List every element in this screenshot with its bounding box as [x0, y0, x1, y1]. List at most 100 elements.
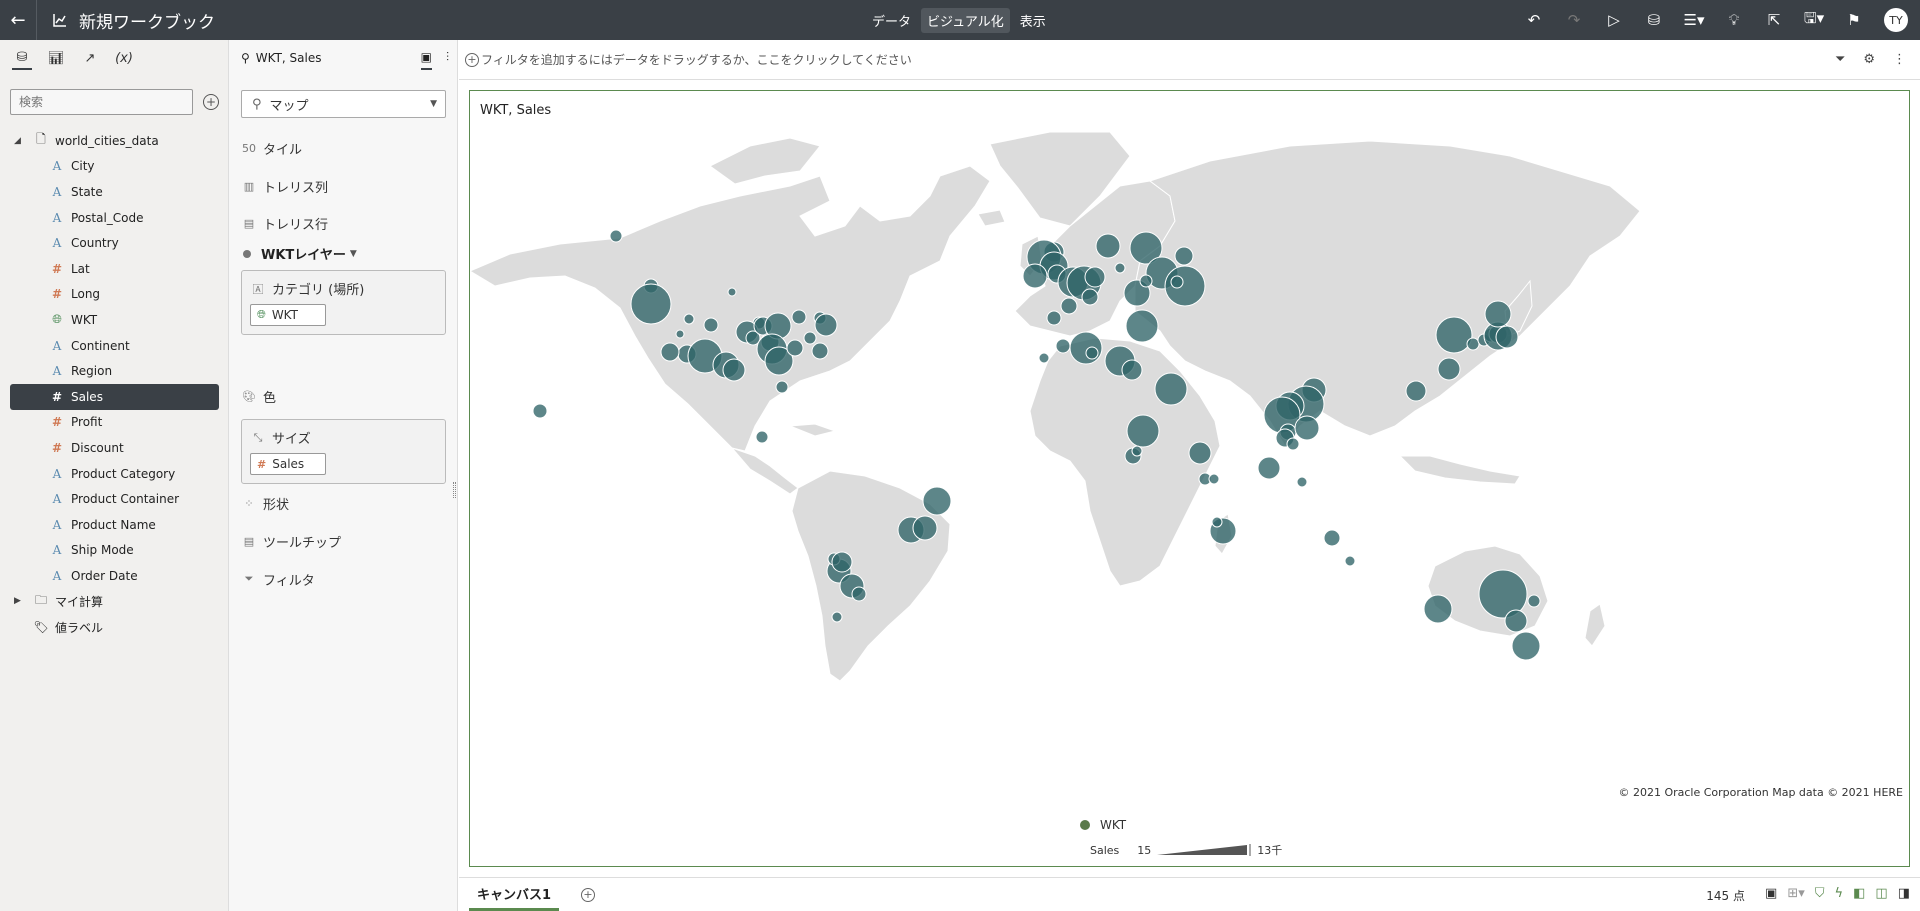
insights-lightbulb-icon[interactable]: 💡︎ — [1714, 0, 1754, 40]
right-panel-toggle-icon[interactable]: ◨ — [1898, 886, 1910, 901]
field-lat[interactable]: # Lat — [0, 256, 229, 282]
analytics-tab-icon[interactable]: ↗ — [80, 46, 100, 70]
sales-bubble[interactable] — [851, 586, 867, 602]
dataset-node[interactable]: ◢ 🗋︎ world_cities_data — [0, 128, 229, 154]
sales-bubble[interactable] — [532, 403, 548, 419]
layer-header[interactable]: WKTレイヤー ▼ — [243, 244, 357, 263]
field-product-container[interactable]: A Product Container — [0, 486, 229, 512]
sales-bubble[interactable] — [1038, 352, 1050, 364]
sales-bubble[interactable] — [1085, 346, 1099, 360]
tooltip-drop-target[interactable]: ▤ ツールチップ — [241, 529, 341, 553]
back-arrow-icon[interactable]: ← — [0, 0, 36, 40]
sales-bubble[interactable] — [1405, 380, 1427, 402]
sales-bubble[interactable] — [1527, 594, 1541, 608]
sales-bubble[interactable] — [1484, 300, 1512, 328]
sales-bubble[interactable] — [922, 486, 952, 516]
grammar-panel-toggle-icon[interactable]: ◫ — [1875, 886, 1887, 901]
field-continent[interactable]: A Continent — [0, 333, 229, 359]
add-filter-icon[interactable]: + — [465, 52, 479, 67]
field-city[interactable]: A City — [0, 154, 229, 180]
sales-bubble[interactable] — [1466, 337, 1480, 351]
value-labels-node[interactable]: 🏷︎ 値ラベル — [0, 614, 229, 640]
save-menu-icon[interactable]: 🖫▾ — [1794, 0, 1834, 40]
category-pill-wkt[interactable]: 🌐︎ WKT — [250, 304, 326, 326]
panel-resize-handle[interactable] — [453, 482, 456, 498]
auto-apply-icon[interactable]: ϟ — [1835, 886, 1844, 901]
sales-bubble[interactable] — [814, 313, 838, 337]
sales-bubble[interactable] — [1511, 631, 1541, 661]
viz-type-select[interactable]: ⚲ マップ ▼ — [241, 90, 446, 118]
category-drop-target[interactable]: 🄰 カテゴリ (場所) 🌐︎ WKT — [241, 270, 446, 335]
field-region[interactable]: A Region — [0, 358, 229, 384]
sales-bubble[interactable] — [1114, 262, 1126, 274]
sales-bubble[interactable] — [1046, 310, 1062, 326]
sales-bubble[interactable] — [722, 358, 746, 382]
more-menu-icon[interactable]: ⋮ — [1893, 52, 1906, 67]
sales-bubble[interactable] — [1154, 372, 1188, 406]
sales-bubble[interactable] — [1084, 266, 1106, 288]
field-order-date[interactable]: A Order Date — [0, 563, 229, 589]
color-drop-target[interactable]: 🎨︎ 色 — [241, 384, 276, 408]
sales-bubble[interactable] — [803, 331, 817, 345]
sales-bubble[interactable] — [1069, 331, 1103, 365]
filter-prompt[interactable]: フィルタを追加するにはデータをドラッグするか、ここをクリックしてください — [481, 51, 912, 68]
filter-settings-icon[interactable]: ⏷ — [1835, 52, 1845, 67]
sales-bubble[interactable] — [912, 515, 938, 541]
sales-bubble[interactable] — [811, 342, 829, 360]
export-icon[interactable]: ⇱ — [1754, 0, 1794, 40]
field-profit[interactable]: # Profit — [0, 410, 229, 436]
field-sales[interactable]: # Sales — [10, 383, 219, 410]
sales-bubble[interactable] — [831, 551, 853, 573]
expand-triangle-icon[interactable]: ▶ — [14, 596, 21, 606]
redo-icon[interactable]: ↷ — [1554, 0, 1594, 40]
sales-bubble[interactable] — [786, 339, 804, 357]
sales-bubble[interactable] — [1495, 325, 1519, 349]
sales-bubble[interactable] — [1437, 357, 1461, 381]
sales-bubble[interactable] — [1174, 246, 1194, 266]
size-pill-sales[interactable]: # Sales — [250, 453, 326, 475]
field-product-category[interactable]: A Product Category — [0, 461, 229, 487]
field-ship-mode[interactable]: A Ship Mode — [0, 538, 229, 564]
sales-bubble[interactable] — [1126, 414, 1160, 448]
world-map[interactable] — [470, 126, 1909, 686]
sales-bubble[interactable] — [1131, 445, 1143, 457]
preview-play-icon[interactable]: ▷ — [1594, 0, 1634, 40]
sales-bubble[interactable] — [660, 342, 680, 362]
canvas-tab[interactable]: キャンバス1 — [469, 878, 560, 911]
sales-bubble[interactable] — [609, 229, 623, 243]
field-product-name[interactable]: A Product Name — [0, 512, 229, 538]
sales-bubble[interactable] — [1170, 275, 1184, 289]
collapse-triangle-icon[interactable]: ◢ — [14, 136, 21, 146]
visualizations-tab-icon[interactable]: 📊︎ — [46, 46, 66, 70]
sales-bubble[interactable] — [775, 380, 789, 394]
variables-tab-icon[interactable]: (x) — [114, 46, 134, 70]
sales-bubble[interactable] — [1139, 274, 1153, 288]
sales-bubble[interactable] — [755, 430, 769, 444]
sales-bubble[interactable] — [703, 317, 719, 333]
sales-bubble[interactable] — [831, 611, 843, 623]
caret-down-icon[interactable]: ▼ — [350, 249, 357, 259]
auto-insights-icon[interactable]: ⛉ — [1815, 886, 1825, 901]
sales-bubble[interactable] — [1211, 516, 1223, 528]
sales-bubble[interactable] — [1055, 338, 1071, 354]
field-wkt[interactable]: 🌐︎ WKT — [0, 307, 229, 333]
sales-bubble[interactable] — [1081, 288, 1099, 306]
tile-drop-target[interactable]: 50 タイル — [241, 136, 302, 160]
properties-tab-icon[interactable]: ⫶ — [446, 50, 449, 70]
workbook-title[interactable]: 新規ワークブック — [79, 8, 215, 33]
field-country[interactable]: A Country — [0, 230, 229, 256]
mode-data-tab[interactable]: データ — [866, 8, 917, 33]
undo-icon[interactable]: ↶ — [1514, 0, 1554, 40]
sales-bubble[interactable] — [1060, 297, 1078, 315]
my-calculations-node[interactable]: ▶ 🗀︎ マイ計算 — [0, 589, 229, 615]
canvas-properties-icon[interactable]: ▣ — [1765, 886, 1777, 901]
filter-drop-target[interactable]: ⏷ フィルタ — [241, 567, 315, 591]
left-panel-toggle-icon[interactable]: ◧ — [1853, 886, 1865, 901]
sales-bubble[interactable] — [1294, 415, 1320, 441]
user-avatar[interactable]: TY — [1884, 8, 1908, 32]
size-drop-target[interactable]: ⤡ サイズ # Sales — [241, 419, 446, 484]
data-tab-database-icon[interactable]: ⛁ — [12, 46, 32, 70]
layout-menu-icon[interactable]: ⊞▾ — [1787, 886, 1804, 901]
sales-bubble[interactable] — [1022, 263, 1048, 289]
sales-bubble[interactable] — [1504, 609, 1528, 633]
